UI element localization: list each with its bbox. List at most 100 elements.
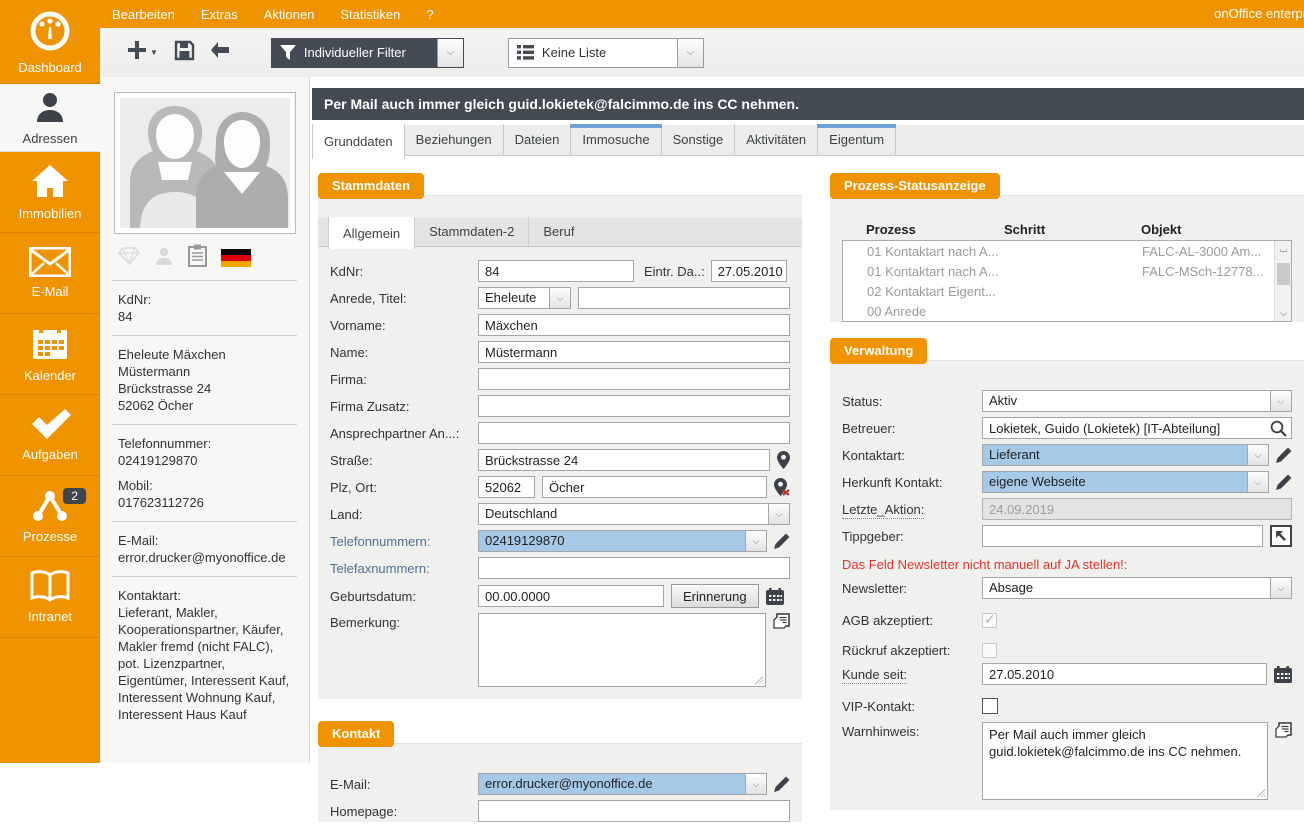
firma-zusatz-input[interactable]: [478, 395, 790, 417]
contact-mobile-value[interactable]: 017623112726: [118, 494, 297, 511]
agb-label: AGB akzeptiert:: [842, 613, 982, 628]
menu-statistiken[interactable]: Statistiken: [340, 7, 400, 22]
sidebar-item-dashboard[interactable]: Dashboard: [0, 0, 100, 84]
edit-pencil-icon[interactable]: [1276, 447, 1292, 463]
menu-extras[interactable]: Extras: [201, 7, 238, 22]
contact-photo[interactable]: [114, 92, 296, 234]
strasse-input[interactable]: Brückstrasse 24: [478, 449, 770, 471]
map-pin-icon[interactable]: [777, 451, 790, 469]
clipboard-icon[interactable]: [188, 244, 207, 272]
eintr-datum-input[interactable]: 27.05.2010: [711, 260, 787, 282]
menu-aktionen[interactable]: Aktionen: [264, 7, 315, 22]
calendar-picker-icon[interactable]: [766, 588, 784, 605]
tab-beziehungen[interactable]: Beziehungen: [405, 124, 504, 155]
notes-icon[interactable]: [773, 613, 790, 629]
scroll-up-icon[interactable]: ⌴: [1275, 241, 1292, 257]
geburtsdatum-input[interactable]: 00.00.0000: [478, 585, 664, 607]
sidebar-item-adressen[interactable]: Adressen: [0, 84, 100, 152]
tab-grunddaten[interactable]: Grunddaten: [312, 124, 405, 159]
prozess-row[interactable]: 00 Anrede: [843, 301, 1291, 321]
list-dropdown-arrow[interactable]: ⌵: [677, 39, 703, 67]
tab-immosuche[interactable]: Immosuche: [571, 124, 661, 155]
kdnr-input[interactable]: 84: [478, 260, 634, 282]
contact-phone-value[interactable]: 02419129870: [118, 452, 297, 469]
notes-icon[interactable]: [1275, 722, 1292, 738]
back-button[interactable]: [209, 41, 231, 64]
edit-pencil-icon[interactable]: [774, 776, 790, 792]
rueckruf-checkbox[interactable]: [982, 643, 997, 658]
list-dropdown[interactable]: Keine Liste ⌵: [508, 38, 704, 68]
betreuer-field[interactable]: Lokietek, Guido (Lokietek) [IT-Abteilung…: [982, 417, 1292, 439]
kontakt-email-select[interactable]: error.drucker@myonoffice.de ⌵: [478, 773, 767, 795]
prozess-row[interactable]: 01 Kontaktart nach A... FALC-MSch-12778.…: [843, 261, 1291, 281]
titel-input[interactable]: [578, 287, 790, 309]
warnhinweis-textarea[interactable]: Per Mail auch immer gleich guid.lokietek…: [982, 722, 1268, 800]
vip-checkbox[interactable]: [982, 698, 998, 714]
name-input[interactable]: Müstermann: [478, 341, 790, 363]
prozess-row[interactable]: 02 Kontaktart Eigent...: [843, 281, 1291, 301]
map-pin-remove-icon[interactable]: [774, 478, 790, 496]
chevron-down-icon[interactable]: ⌵: [768, 504, 789, 524]
sidebar-item-intranet[interactable]: Intranet: [0, 557, 100, 638]
chevron-down-icon[interactable]: ⌵: [549, 288, 570, 308]
scroll-thumb[interactable]: [1277, 263, 1290, 285]
chevron-down-icon[interactable]: ⌵: [1270, 578, 1291, 598]
firma-input[interactable]: [478, 368, 790, 390]
calendar-picker-icon[interactable]: [1274, 666, 1292, 683]
bemerkung-textarea[interactable]: [478, 613, 766, 687]
resize-grip[interactable]: [1257, 789, 1265, 797]
contact-email-value[interactable]: error.drucker@myonoffice.de: [118, 549, 297, 566]
menu-bearbeiten[interactable]: Bearbeiten: [112, 7, 175, 22]
anrede-select[interactable]: Eheleute ⌵: [478, 287, 571, 309]
tab-aktivitaeten[interactable]: Aktivitäten: [735, 124, 818, 155]
sidebar-item-email[interactable]: E-Mail: [0, 233, 100, 314]
assign-arrow-icon[interactable]: [1270, 525, 1292, 547]
tab-sonstige[interactable]: Sonstige: [662, 124, 736, 155]
homepage-input[interactable]: [478, 800, 790, 822]
chevron-down-icon[interactable]: ⌵: [1247, 445, 1268, 465]
newsletter-select[interactable]: Absage ⌵: [982, 577, 1292, 599]
kontaktart-select[interactable]: Lieferant ⌵: [982, 444, 1269, 466]
filter-dropdown[interactable]: Individueller Filter ⌵: [271, 38, 464, 68]
telefonnummern-select[interactable]: 02419129870 ⌵: [478, 530, 767, 552]
scroll-down-icon[interactable]: ⌵: [1275, 305, 1292, 321]
sidebar-item-prozesse[interactable]: 2 Prozesse: [0, 476, 100, 557]
menu-help[interactable]: ?: [426, 7, 433, 22]
chevron-down-icon[interactable]: ⌵: [745, 531, 766, 551]
land-select[interactable]: Deutschland ⌵: [478, 503, 790, 525]
kdnr-label: KdNr:: [330, 264, 478, 279]
kontakt-section-header: Kontakt: [318, 721, 394, 747]
chevron-down-icon[interactable]: ⌵: [1247, 472, 1268, 492]
prozess-listbox[interactable]: 01 Kontaktart nach A... FALC-AL-3000 Am.…: [842, 240, 1292, 322]
chevron-down-icon[interactable]: ⌵: [1270, 391, 1291, 411]
scrollbar[interactable]: ⌴ ⌵: [1274, 241, 1291, 321]
tippgeber-input[interactable]: [982, 525, 1263, 547]
prozess-row[interactable]: 01 Kontaktart nach A... FALC-AL-3000 Am.…: [843, 241, 1291, 261]
tab-dateien[interactable]: Dateien: [504, 124, 572, 155]
status-select[interactable]: Aktiv ⌵: [982, 390, 1292, 412]
ansprechpartner-input[interactable]: [478, 422, 790, 444]
edit-pencil-icon[interactable]: [1276, 474, 1292, 490]
erinnerung-button[interactable]: Erinnerung: [671, 584, 759, 608]
ort-input[interactable]: Öcher: [542, 476, 767, 498]
sidebar-item-kalender[interactable]: Kalender: [0, 314, 100, 395]
plz-input[interactable]: 52062: [478, 476, 535, 498]
subtab-stammdaten-2[interactable]: Stammdaten-2: [415, 217, 529, 246]
vorname-input[interactable]: Mäxchen: [478, 314, 790, 336]
contact-phone-label: Telefonnummer:: [118, 435, 297, 452]
sidebar-item-label: Immobilien: [19, 206, 82, 221]
chevron-down-icon[interactable]: ⌵: [745, 774, 766, 794]
filter-dropdown-arrow[interactable]: ⌵: [437, 39, 463, 67]
subtab-allgemein[interactable]: Allgemein: [328, 217, 415, 249]
subtab-beruf[interactable]: Beruf: [529, 217, 588, 246]
resize-grip[interactable]: [755, 676, 763, 684]
save-button[interactable]: [174, 40, 195, 66]
edit-pencil-icon[interactable]: [774, 533, 790, 549]
sidebar-item-aufgaben[interactable]: Aufgaben: [0, 395, 100, 476]
kunde-seit-input[interactable]: 27.05.2010: [982, 663, 1267, 685]
telefaxnummern-input[interactable]: [478, 557, 790, 579]
add-button[interactable]: ▼: [126, 39, 158, 66]
sidebar-item-immobilien[interactable]: Immobilien: [0, 152, 100, 233]
herkunft-select[interactable]: eigene Webseite ⌵: [982, 471, 1269, 493]
tab-eigentum[interactable]: Eigentum: [818, 124, 896, 155]
